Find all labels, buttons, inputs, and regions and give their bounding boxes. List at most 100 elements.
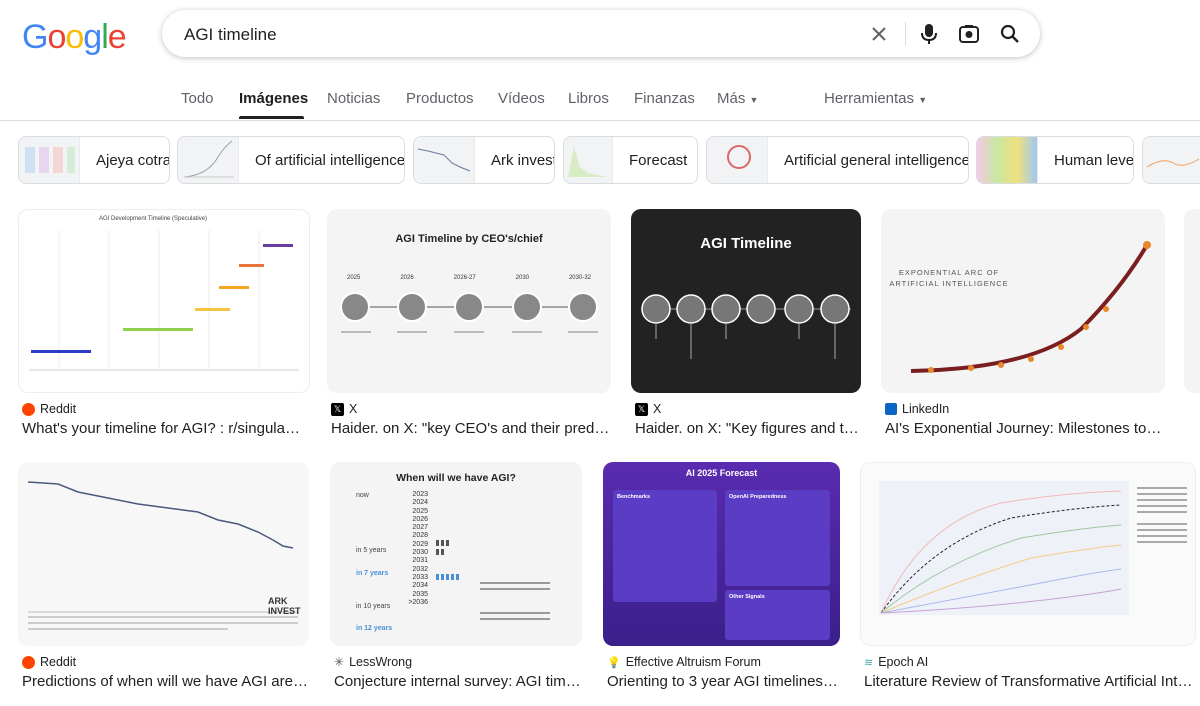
tab-finanzas[interactable]: Finanzas [634,90,695,107]
result-image[interactable]: AGI Timeline [631,209,861,393]
image-title: AI 2025 Forecast [685,468,758,478]
tab-todo[interactable]: Todo [181,90,214,107]
result-source[interactable]: ✳ LessWrong [334,655,412,669]
section-title: Other Signals [729,594,765,600]
tab-productos[interactable]: Productos [406,90,474,107]
result-title[interactable]: Haider. on X: "key CEO's and their pred… [331,420,611,437]
result-source[interactable]: ≋ Epoch AI [864,655,928,669]
search-input[interactable] [182,10,846,59]
image-result-4[interactable]: EXPONENTIAL ARC OF ARTIFICIAL INTELLIGEN… [881,209,1165,437]
google-logo[interactable]: Google [22,18,127,57]
source-name: LessWrong [349,655,413,669]
chip-label: Artificial general intelligence [784,151,969,169]
image-result-8[interactable]: ≋ Epoch AI Literature Review of Transform… [860,462,1196,690]
chip-ark-invest[interactable]: Ark invest [413,136,555,184]
image-result-5[interactable]: ARK INVEST Reddit Predictions of when wi… [18,462,309,690]
result-image[interactable] [1184,209,1200,393]
chip-label: Human level [1054,151,1134,169]
image-result-partial[interactable] [1184,209,1200,393]
tools-button[interactable]: Herramientas ▼ [824,90,927,107]
image-result-6[interactable]: When will we have AGI? now in 5 years in… [330,462,582,690]
divider [905,22,906,46]
search-icon[interactable] [997,21,1023,47]
chip-artificial-general-intelligence[interactable]: Artificial general intelligence [706,136,969,184]
chip-forecast[interactable]: Forecast [563,136,698,184]
chip-label: Ark invest [491,151,555,169]
tab-noticias[interactable]: Noticias [327,90,380,107]
tab-libros[interactable]: Libros [568,90,609,107]
result-title[interactable]: What's your timeline for AGI? : r/singul… [22,420,310,437]
benchmarks-panel: Benchmarks [613,490,717,602]
source-name: Reddit [40,402,77,416]
result-title[interactable]: Literature Review of Transformative Arti… [864,673,1194,690]
section-title: Benchmarks [617,494,651,500]
chip-human-level[interactable]: Human level [976,136,1134,184]
chip-thumbnail [178,137,239,183]
chevron-down-icon: ▼ [918,95,928,105]
tools-label: Herramientas [824,90,915,107]
chip-thumbnail [564,137,613,183]
preparedness-panel: OpenAI Preparedness [725,490,830,586]
source-name: Reddit [40,655,77,669]
camera-lens-icon[interactable] [956,21,982,47]
chip-thumbnail [977,137,1038,183]
chip-label: Forecast [629,151,688,169]
reddit-icon [22,655,35,669]
result-image[interactable]: When will we have AGI? now in 5 years in… [330,462,582,646]
tab-mas-label: Más [717,90,746,107]
tab-imagenes[interactable]: Imágenes [239,90,308,107]
chip-thumbnail [707,137,768,183]
chip-label: Ajeya cotra [96,151,170,169]
search-tabs: Todo Imágenes Noticias Productos Vídeos … [0,80,1200,120]
chip-ajeya-cotra[interactable]: Ajeya cotra [18,136,170,184]
result-image[interactable]: AGI Development Timeline (Speculative) [18,209,310,393]
result-source[interactable]: Reddit [22,402,76,416]
result-source[interactable]: Reddit [22,655,76,669]
chip-more[interactable] [1142,136,1200,184]
section-title: OpenAI Preparedness [729,494,787,500]
chip-thumbnail [1143,137,1200,183]
result-image[interactable]: AI 2025 Forecast Benchmarks OpenAI Prepa… [603,462,840,646]
tab-videos[interactable]: Vídeos [498,90,545,107]
x-logo-icon: 𝕏 [635,402,648,416]
image-result-2[interactable]: AGI Timeline by CEO's/chief 2025 2026 2026… [327,209,611,437]
linkedin-icon [885,403,897,415]
source-name: Effective Altruism Forum [625,655,761,669]
result-source[interactable]: 𝕏X [331,402,357,416]
x-logo-icon: 𝕏 [331,402,344,416]
result-source[interactable]: 𝕏X [635,402,661,416]
result-title[interactable]: Haider. on X: "Key figures and t… [635,420,861,437]
result-source[interactable]: LinkedIn [885,402,949,416]
active-tab-indicator [239,116,304,119]
other-signals-panel: Other Signals [725,590,830,640]
chip-thumbnail [414,137,475,183]
source-name: X [349,402,358,416]
clear-icon[interactable] [866,21,892,47]
result-title[interactable]: Orienting to 3 year AGI timelines… [607,673,839,690]
result-title[interactable]: AI's Exponential Journey: Milestones to… [885,420,1165,437]
search-box [162,10,1040,59]
chip-label: Of artificial intelligence [255,151,405,169]
result-image[interactable]: ARK INVEST [18,462,309,646]
epoch-ai-icon: ≋ [864,656,874,669]
source-name: Epoch AI [878,655,929,669]
ark-invest-logo: ARK INVEST [268,596,301,616]
image-result-1[interactable]: AGI Development Timeline (Speculative) R… [18,209,310,437]
result-source[interactable]: 💡 Effective Altruism Forum [607,655,761,669]
image-result-7[interactable]: AI 2025 Forecast Benchmarks OpenAI Prepa… [603,462,840,690]
tab-mas[interactable]: Más ▼ [717,90,758,107]
ea-bulb-icon: 💡 [607,656,621,669]
result-image[interactable] [860,462,1196,646]
source-name: X [653,402,662,416]
lesswrong-icon: ✳ [334,655,345,669]
image-result-3[interactable]: AGI Timeline 𝕏X Haider. on X: "Key figur… [631,209,861,437]
reddit-icon [22,402,35,416]
chip-thumbnail [19,137,80,183]
chip-of-artificial-intelligence[interactable]: Of artificial intelligence [177,136,405,184]
result-image[interactable]: AGI Timeline by CEO's/chief 2025 2026 2026… [327,209,611,393]
microphone-icon[interactable] [916,21,942,47]
result-title[interactable]: Conjecture internal survey: AGI tim… [334,673,582,690]
result-image[interactable]: EXPONENTIAL ARC OF ARTIFICIAL INTELLIGEN… [881,209,1165,393]
header-divider [0,120,1200,121]
result-title[interactable]: Predictions of when will we have AGI are… [22,673,310,690]
